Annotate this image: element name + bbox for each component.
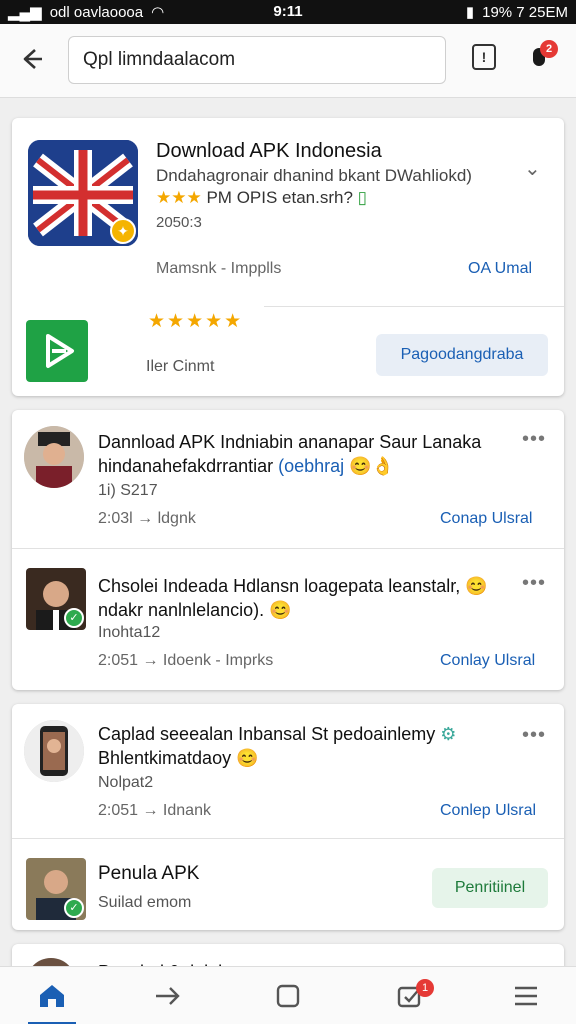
post-link[interactable]: Conap Ulsral bbox=[440, 510, 532, 528]
home-icon[interactable] bbox=[4, 967, 100, 1024]
post-meta: Nolpat2 bbox=[98, 774, 154, 791]
app-card: ✦ Download APK Indonesia Dndahagronair d… bbox=[12, 118, 564, 396]
more-icon[interactable]: ••• bbox=[522, 724, 546, 747]
rating-stars: ★★★ bbox=[156, 188, 202, 207]
browser-toolbar: Qpl limndaalacom ! 2 bbox=[0, 24, 576, 98]
verified-icon: ✓ bbox=[64, 898, 84, 918]
post-title[interactable]: Caplad seeealan Inbansal St pedoainlemy … bbox=[98, 722, 456, 746]
app-size: 2050:3 bbox=[156, 214, 202, 231]
battery-icon: ▮ bbox=[465, 4, 475, 21]
more-icon[interactable]: ••• bbox=[522, 572, 546, 595]
promo-subtitle: Suilad emom bbox=[98, 894, 192, 911]
posts-card: Dannload APK Indniabin ananapar Saur Lan… bbox=[12, 410, 564, 690]
play-store-icon[interactable] bbox=[26, 320, 88, 382]
tabs-button[interactable]: ! bbox=[472, 44, 496, 70]
phone-icon: ▯ bbox=[357, 188, 368, 207]
post-title[interactable]: Dannload APK Indniabin ananapar Saur Lan… bbox=[98, 430, 481, 454]
second-rating-stars: ★★★★★ bbox=[148, 311, 244, 332]
avatar[interactable]: ✓ bbox=[26, 858, 86, 920]
inbox-badge: 1 bbox=[416, 979, 434, 997]
app-badge-icon: ✦ bbox=[110, 218, 136, 244]
back-icon[interactable] bbox=[14, 40, 52, 78]
notification-badge: 2 bbox=[540, 40, 558, 58]
post-time: 2:051 → Idnank bbox=[98, 802, 211, 819]
divider bbox=[264, 306, 564, 307]
app-title[interactable]: Download APK Indonesia bbox=[156, 140, 382, 163]
rating-text: PM OPIS etan.srh? bbox=[206, 188, 353, 207]
post-promo-card: Caplad seeealan Inbansal St pedoainlemy … bbox=[12, 704, 564, 930]
post-hashtag[interactable]: (oebhraj bbox=[278, 456, 344, 476]
verified-icon: ✓ bbox=[64, 608, 84, 628]
avatar[interactable] bbox=[24, 720, 84, 782]
post-body: ndakr nanlnlelancio). 😊 bbox=[98, 600, 292, 620]
app-action-button[interactable]: Pagoodangdraba bbox=[376, 334, 548, 376]
tabs-square-icon[interactable] bbox=[240, 967, 336, 1024]
gear-icon: ⚙ bbox=[440, 724, 457, 744]
post-title[interactable]: Chsolei Indeada Hdlansn loagepata leanst… bbox=[98, 574, 488, 598]
post-link[interactable]: Conlep Ulsral bbox=[440, 802, 536, 820]
promo-title[interactable]: Penula APK bbox=[98, 862, 199, 886]
avatar[interactable] bbox=[24, 426, 84, 488]
app-flag-icon[interactable]: ✦ bbox=[28, 140, 138, 246]
divider bbox=[12, 838, 564, 839]
bottom-navigation: 1 bbox=[0, 966, 576, 1024]
app-detail-link[interactable]: OA Umal bbox=[468, 260, 532, 278]
app-meta: Mamsnk - Impplls bbox=[156, 260, 282, 277]
post-link[interactable]: Conlay Ulsral bbox=[440, 652, 535, 670]
avatar[interactable]: ✓ bbox=[26, 568, 86, 630]
post-time: 2:03l → ldgnk bbox=[98, 510, 196, 527]
status-right-text: 19% 7 25EM bbox=[482, 3, 568, 21]
app-rating-line: ★★★ PM OPIS etan.srh? ▯ bbox=[156, 188, 367, 208]
post-meta: 1i) S217 bbox=[98, 482, 158, 499]
forward-arrow-icon[interactable] bbox=[120, 967, 216, 1024]
mic-icon[interactable]: 2 bbox=[526, 40, 558, 74]
menu-icon[interactable] bbox=[478, 967, 574, 1024]
post-body: hindanahefakdrrantiar (oebhraj 😊👌 bbox=[98, 456, 394, 476]
post-body: Bhlentkimatdaoy 😊 bbox=[98, 748, 259, 768]
promo-button[interactable]: Penritiinel bbox=[432, 868, 548, 908]
post-time: 2:051 → Idoenk - Imprks bbox=[98, 652, 274, 669]
post-meta: Inohta12 bbox=[98, 624, 161, 641]
second-label: Iler Cinmt bbox=[146, 358, 215, 375]
address-bar[interactable]: Qpl limndaalacom bbox=[68, 36, 446, 84]
chevron-down-icon[interactable]: ⌄ bbox=[524, 156, 541, 181]
more-icon[interactable]: ••• bbox=[522, 428, 546, 451]
app-subtitle: Dndahagronair dhanind bkant DWahliokd) bbox=[156, 166, 472, 185]
status-bar: ▂▄▆ odl oavlaoooa ◠ 9:11 ▮ 19% 7 25EM bbox=[0, 0, 576, 24]
divider bbox=[12, 548, 564, 549]
inbox-icon[interactable]: 1 bbox=[362, 967, 458, 1024]
